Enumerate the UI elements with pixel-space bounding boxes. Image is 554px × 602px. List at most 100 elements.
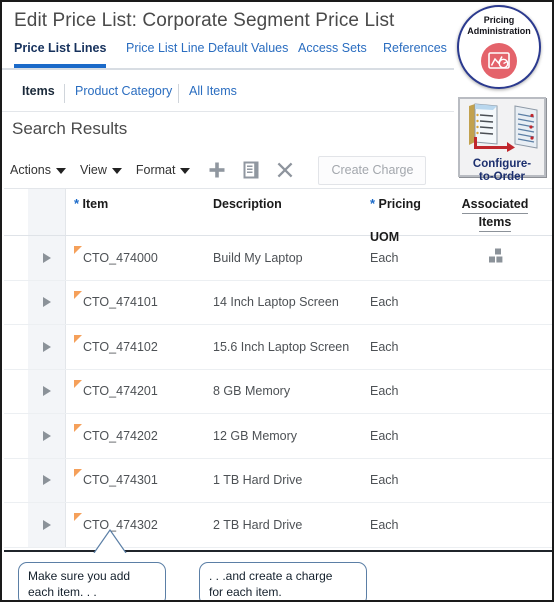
- cell-description: 14 Inch Laptop Screen: [213, 295, 339, 310]
- table-row[interactable]: CTO_474201 8 GB Memory Each: [4, 369, 552, 414]
- expand-row-triangle-icon[interactable]: [42, 341, 51, 352]
- duplicate-row-button[interactable]: [238, 158, 264, 182]
- row-expander-cell[interactable]: [28, 503, 66, 547]
- cell-item[interactable]: CTO_474302: [66, 503, 213, 547]
- row-edge-spacer: [4, 503, 28, 547]
- configure-to-order-icon: [463, 102, 541, 157]
- changed-indicator-icon: [74, 246, 82, 254]
- column-header-pricing-uom[interactable]: * Pricing UOM: [370, 189, 448, 244]
- row-edge-spacer: [4, 236, 28, 280]
- search-results-table: * Item Description * Pricing UOM Associa…: [4, 188, 552, 548]
- subtab-product-category[interactable]: Product Category: [65, 82, 182, 108]
- cell-associated-items[interactable]: [448, 370, 548, 414]
- cell-item[interactable]: CTO_474102: [66, 325, 213, 369]
- delete-row-button[interactable]: [272, 158, 298, 182]
- tab-access-sets[interactable]: Access Sets: [298, 40, 367, 68]
- row-expander-cell[interactable]: [28, 414, 66, 458]
- cell-item[interactable]: CTO_474202: [66, 414, 213, 458]
- tab-references[interactable]: References: [383, 40, 447, 68]
- cell-associated-items[interactable]: [448, 459, 548, 503]
- cell-description: 15.6 Inch Laptop Screen: [213, 339, 350, 354]
- subtab-all-items[interactable]: All Items: [179, 82, 247, 108]
- format-menu[interactable]: Format: [136, 163, 191, 177]
- column-header-description[interactable]: Description: [213, 189, 370, 235]
- changed-indicator-icon: [74, 290, 82, 299]
- row-edge-spacer: [4, 369, 28, 413]
- screenshot-frame: Edit Price List: Corporate Segment Price…: [0, 0, 554, 602]
- row-edge-spacer: [4, 414, 28, 458]
- configure-to-order-button[interactable]: Configure- to-Order: [458, 97, 546, 183]
- tab-price-list-line-default-values[interactable]: Price List Line Default Values: [126, 40, 288, 68]
- cell-pricing-uom[interactable]: Each: [370, 503, 448, 547]
- cell-associated-items[interactable]: [448, 325, 548, 369]
- cell-item[interactable]: CTO_474101: [66, 281, 213, 325]
- add-row-button[interactable]: [204, 158, 230, 182]
- price-tag-chart-icon: [488, 52, 510, 69]
- actions-menu[interactable]: Actions: [10, 163, 66, 177]
- cell-associated-items[interactable]: [448, 503, 548, 547]
- cell-item[interactable]: CTO_474201: [66, 370, 213, 414]
- table-row[interactable]: CTO_474301 1 TB Hard Drive Each: [4, 458, 552, 503]
- required-star-icon: *: [370, 196, 376, 211]
- changed-indicator-icon: [74, 424, 82, 432]
- row-edge-spacer: [4, 458, 28, 502]
- cell-pricing-uom[interactable]: Each: [370, 414, 448, 458]
- row-expander-cell[interactable]: [28, 369, 66, 413]
- header-edge-spacer: [4, 189, 28, 235]
- tab-price-list-lines[interactable]: Price List Lines: [14, 40, 107, 68]
- cell-pricing-uom[interactable]: Each: [370, 325, 448, 369]
- cell-item-value: CTO_474101: [83, 295, 158, 310]
- sub-tab-bar: Items Product Category All Items: [2, 82, 454, 112]
- changed-indicator-icon: [74, 513, 82, 521]
- callout-pointer-icon: [93, 529, 127, 553]
- create-charge-button[interactable]: Create Charge: [318, 155, 427, 185]
- column-header-item[interactable]: * Item: [66, 189, 213, 235]
- blocks-icon[interactable]: [488, 248, 508, 267]
- row-expander-cell[interactable]: [28, 280, 66, 324]
- callout-strip: Make sure you add each item. . . . . .an…: [4, 529, 552, 600]
- main-tab-bar: Price List Lines Price List Line Default…: [2, 40, 454, 70]
- row-edge-spacer: [4, 325, 28, 369]
- cell-pricing-uom[interactable]: Each: [370, 370, 448, 414]
- row-expander-cell[interactable]: [28, 236, 66, 280]
- expand-row-triangle-icon[interactable]: [42, 430, 51, 441]
- cell-item[interactable]: CTO_474301: [66, 459, 213, 503]
- callout-create-charge: . . .and create a charge for each item.: [199, 562, 367, 600]
- callout-1-line1: Make sure you add: [28, 569, 131, 583]
- table-header-row: * Item Description * Pricing UOM Associa…: [4, 188, 552, 244]
- row-expander-cell[interactable]: [28, 458, 66, 502]
- cell-pricing-uom[interactable]: Each: [370, 281, 448, 325]
- cell-associated-items[interactable]: [448, 414, 548, 458]
- column-header-description-label: Description: [213, 197, 282, 211]
- table-row[interactable]: CTO_474302 2 TB Hard Drive Each: [4, 503, 552, 548]
- column-header-associated-items-line2: Items: [478, 214, 512, 232]
- column-header-associated-items[interactable]: Associated Items: [448, 189, 548, 235]
- expand-row-triangle-icon[interactable]: [42, 519, 51, 530]
- subtab-items[interactable]: Items: [12, 82, 65, 108]
- column-header-item-label: Item: [82, 197, 109, 211]
- expand-row-triangle-icon[interactable]: [42, 475, 51, 486]
- cell-description: 12 GB Memory: [213, 428, 298, 443]
- expand-row-triangle-icon[interactable]: [42, 252, 51, 263]
- required-star-icon: *: [74, 196, 80, 211]
- cell-item-value: CTO_474301: [83, 473, 158, 488]
- row-expander-cell[interactable]: [28, 325, 66, 369]
- chevron-down-icon: [56, 168, 66, 174]
- table-toolbar: Actions View Format Create Charge: [10, 154, 427, 186]
- table-row[interactable]: CTO_474102 15.6 Inch Laptop Screen Each: [4, 325, 552, 370]
- table-row[interactable]: CTO_474202 12 GB Memory Each: [4, 414, 552, 459]
- callout-2-line1: . . .and create a charge: [209, 569, 333, 583]
- cell-pricing-uom[interactable]: Each: [370, 459, 448, 503]
- cell-item[interactable]: CTO_474000: [66, 236, 213, 280]
- pricing-administration-label: Pricing Administration: [455, 15, 543, 37]
- table-row[interactable]: CTO_474000 Build My Laptop Each: [4, 236, 552, 281]
- table-row[interactable]: CTO_474101 14 Inch Laptop Screen Each: [4, 280, 552, 325]
- view-menu[interactable]: View: [80, 163, 122, 177]
- cell-associated-items[interactable]: [448, 236, 548, 280]
- changed-indicator-icon: [74, 335, 82, 343]
- expand-row-triangle-icon[interactable]: [42, 386, 51, 397]
- cell-item-value: CTO_474102: [83, 339, 158, 354]
- format-menu-label: Format: [135, 163, 176, 177]
- expand-row-triangle-icon[interactable]: [42, 297, 51, 308]
- cell-associated-items[interactable]: [448, 281, 548, 325]
